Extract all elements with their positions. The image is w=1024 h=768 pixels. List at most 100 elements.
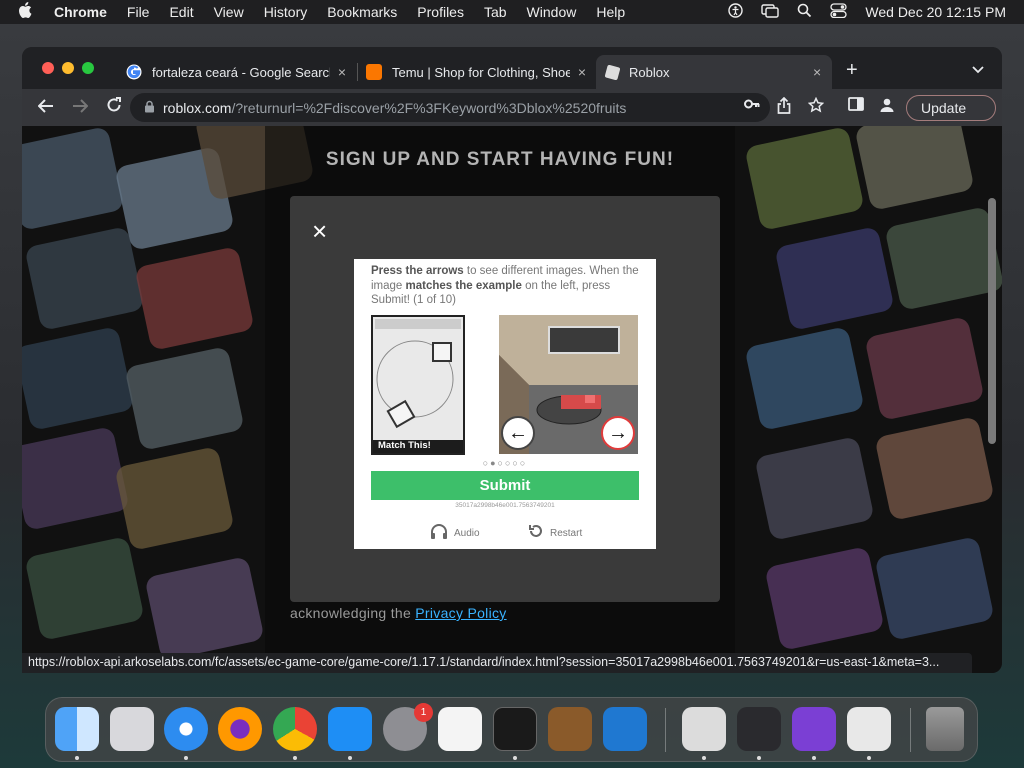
firefox-icon[interactable]	[218, 707, 262, 751]
submit-button[interactable]: Submit	[371, 471, 639, 500]
session-id: 35017a2998b46e001.7563749201	[455, 502, 555, 509]
close-tab-icon[interactable]: ×	[813, 64, 821, 80]
notification-badge: 1	[414, 703, 433, 722]
captcha-instructions: Press the arrows to see different images…	[371, 265, 639, 306]
chrome-icon[interactable]	[273, 707, 317, 751]
link-status-bar: https://roblox-api.arkoselabs.com/fc/ass…	[22, 653, 972, 673]
minimize-window-button[interactable]	[62, 62, 74, 74]
running-indicator	[812, 756, 816, 760]
menu-file[interactable]: File	[117, 4, 160, 20]
status-area: Wed Dec 20 12:15 PM	[719, 0, 1024, 24]
previous-image-button[interactable]: ←	[501, 416, 535, 450]
tab-search-chevron-icon[interactable]	[972, 61, 984, 77]
menu-history[interactable]: History	[254, 4, 318, 20]
control-center-icon[interactable]	[830, 3, 848, 21]
example-label: Match This!	[373, 440, 463, 453]
restart-label: Restart	[550, 528, 583, 539]
page-content: SIGN UP AND START HAVING FUN! × Press th…	[22, 126, 1002, 673]
update-button[interactable]: Update	[906, 95, 996, 121]
address-bar[interactable]: roblox.com /?returnurl=%2Fdiscover%2F%3F…	[130, 93, 770, 122]
candidate-image: ← →	[499, 315, 638, 454]
menu-help[interactable]: Help	[586, 4, 635, 20]
storage-icon[interactable]	[792, 707, 836, 751]
back-arrow-icon[interactable]	[36, 97, 56, 118]
side-panel-icon[interactable]	[848, 97, 864, 115]
url-path: /?returnurl=%2Fdiscover%2F%3FKeyword%3Db…	[231, 99, 627, 116]
url-host: roblox.com	[163, 99, 232, 116]
key-icon[interactable]	[744, 97, 760, 114]
close-modal-icon[interactable]: ×	[312, 216, 327, 247]
menu-edit[interactable]: Edit	[159, 4, 203, 20]
running-indicator	[293, 756, 297, 760]
tab-temu[interactable]: Temu | Shop for Clothing, Shoes ×	[356, 55, 596, 89]
garageband-icon[interactable]	[548, 707, 592, 751]
page-scrollbar[interactable]	[988, 198, 996, 444]
audio-button[interactable]: Audio	[430, 523, 480, 544]
tab-title: fortaleza ceará - Google Search	[152, 64, 330, 80]
tab-google-search[interactable]: fortaleza ceará - Google Search ×	[116, 55, 356, 89]
example-image: Match This!	[371, 315, 465, 455]
forward-arrow-icon[interactable]	[70, 97, 90, 118]
new-tab-button[interactable]: +	[846, 59, 858, 82]
dock: 1	[45, 697, 978, 762]
close-window-button[interactable]	[42, 62, 54, 74]
temu-icon	[366, 64, 382, 80]
launchpad-icon[interactable]	[110, 707, 154, 751]
tab-strip: fortaleza ceará - Google Search × Temu |…	[22, 47, 1002, 89]
captcha-challenge: Press the arrows to see different images…	[354, 259, 656, 549]
browser-toolbar: roblox.com /?returnurl=%2Fdiscover%2F%3F…	[22, 89, 1002, 126]
bookmark-star-icon[interactable]	[807, 96, 825, 117]
privacy-policy-link[interactable]: Privacy Policy	[415, 605, 506, 621]
more-vertical-icon[interactable]	[907, 99, 1002, 117]
terminal-icon[interactable]	[493, 707, 537, 751]
tab-title: Temu | Shop for Clothing, Shoes	[392, 64, 570, 80]
close-tab-icon[interactable]: ×	[338, 64, 346, 80]
roblox-icon	[604, 64, 621, 80]
dock-separator	[665, 708, 666, 752]
menu-bar: Chrome File Edit View History Bookmarks …	[0, 0, 1024, 24]
running-indicator	[867, 756, 871, 760]
accessibility-status-icon[interactable]	[728, 3, 744, 21]
menu-window[interactable]: Window	[517, 4, 587, 20]
dock-separator	[910, 708, 911, 752]
running-indicator	[75, 756, 79, 760]
profile-avatar-icon[interactable]	[879, 97, 895, 117]
next-image-button[interactable]: →	[601, 416, 635, 450]
menu-view[interactable]: View	[204, 4, 254, 20]
apple-menu-icon[interactable]	[0, 1, 44, 23]
tab-roblox[interactable]: Roblox ×	[596, 55, 832, 89]
running-indicator	[184, 756, 188, 760]
restart-icon	[528, 523, 544, 544]
vscode-icon[interactable]	[603, 707, 647, 751]
menu-app-chrome[interactable]: Chrome	[44, 4, 117, 20]
window-controls	[42, 62, 102, 74]
screen-mirroring-icon[interactable]	[761, 3, 780, 21]
app-store-icon[interactable]	[328, 707, 372, 751]
textedit-icon[interactable]	[438, 707, 482, 751]
browser-window: fortaleza ceará - Google Search × Temu |…	[22, 47, 1002, 673]
zoom-window-button[interactable]	[82, 62, 94, 74]
safari-icon[interactable]	[164, 707, 208, 751]
restart-button[interactable]: Restart	[528, 523, 582, 544]
menu-bookmarks[interactable]: Bookmarks	[317, 4, 407, 20]
image-pager: ○●○○○○	[482, 458, 528, 468]
running-indicator	[757, 756, 761, 760]
disk-utility-icon[interactable]	[682, 707, 726, 751]
close-tab-icon[interactable]: ×	[578, 64, 586, 80]
menu-clock[interactable]: Wed Dec 20 12:15 PM	[865, 4, 1006, 20]
running-indicator	[348, 756, 352, 760]
running-indicator	[513, 756, 517, 760]
trash-icon[interactable]	[926, 707, 964, 751]
accessibility-icon[interactable]	[847, 707, 891, 751]
activity-monitor-icon[interactable]	[737, 707, 781, 751]
tab-title: Roblox	[629, 64, 670, 80]
reload-icon[interactable]	[104, 97, 124, 118]
lock-icon[interactable]	[144, 100, 155, 116]
finder-icon[interactable]	[55, 707, 99, 751]
privacy-acknowledgement: acknowledging the Privacy Policy	[290, 605, 507, 621]
headphones-icon	[430, 523, 448, 544]
spotlight-search-icon[interactable]	[797, 3, 812, 21]
menu-profiles[interactable]: Profiles	[407, 4, 474, 20]
menu-tab[interactable]: Tab	[474, 4, 517, 20]
share-icon[interactable]	[777, 96, 791, 118]
